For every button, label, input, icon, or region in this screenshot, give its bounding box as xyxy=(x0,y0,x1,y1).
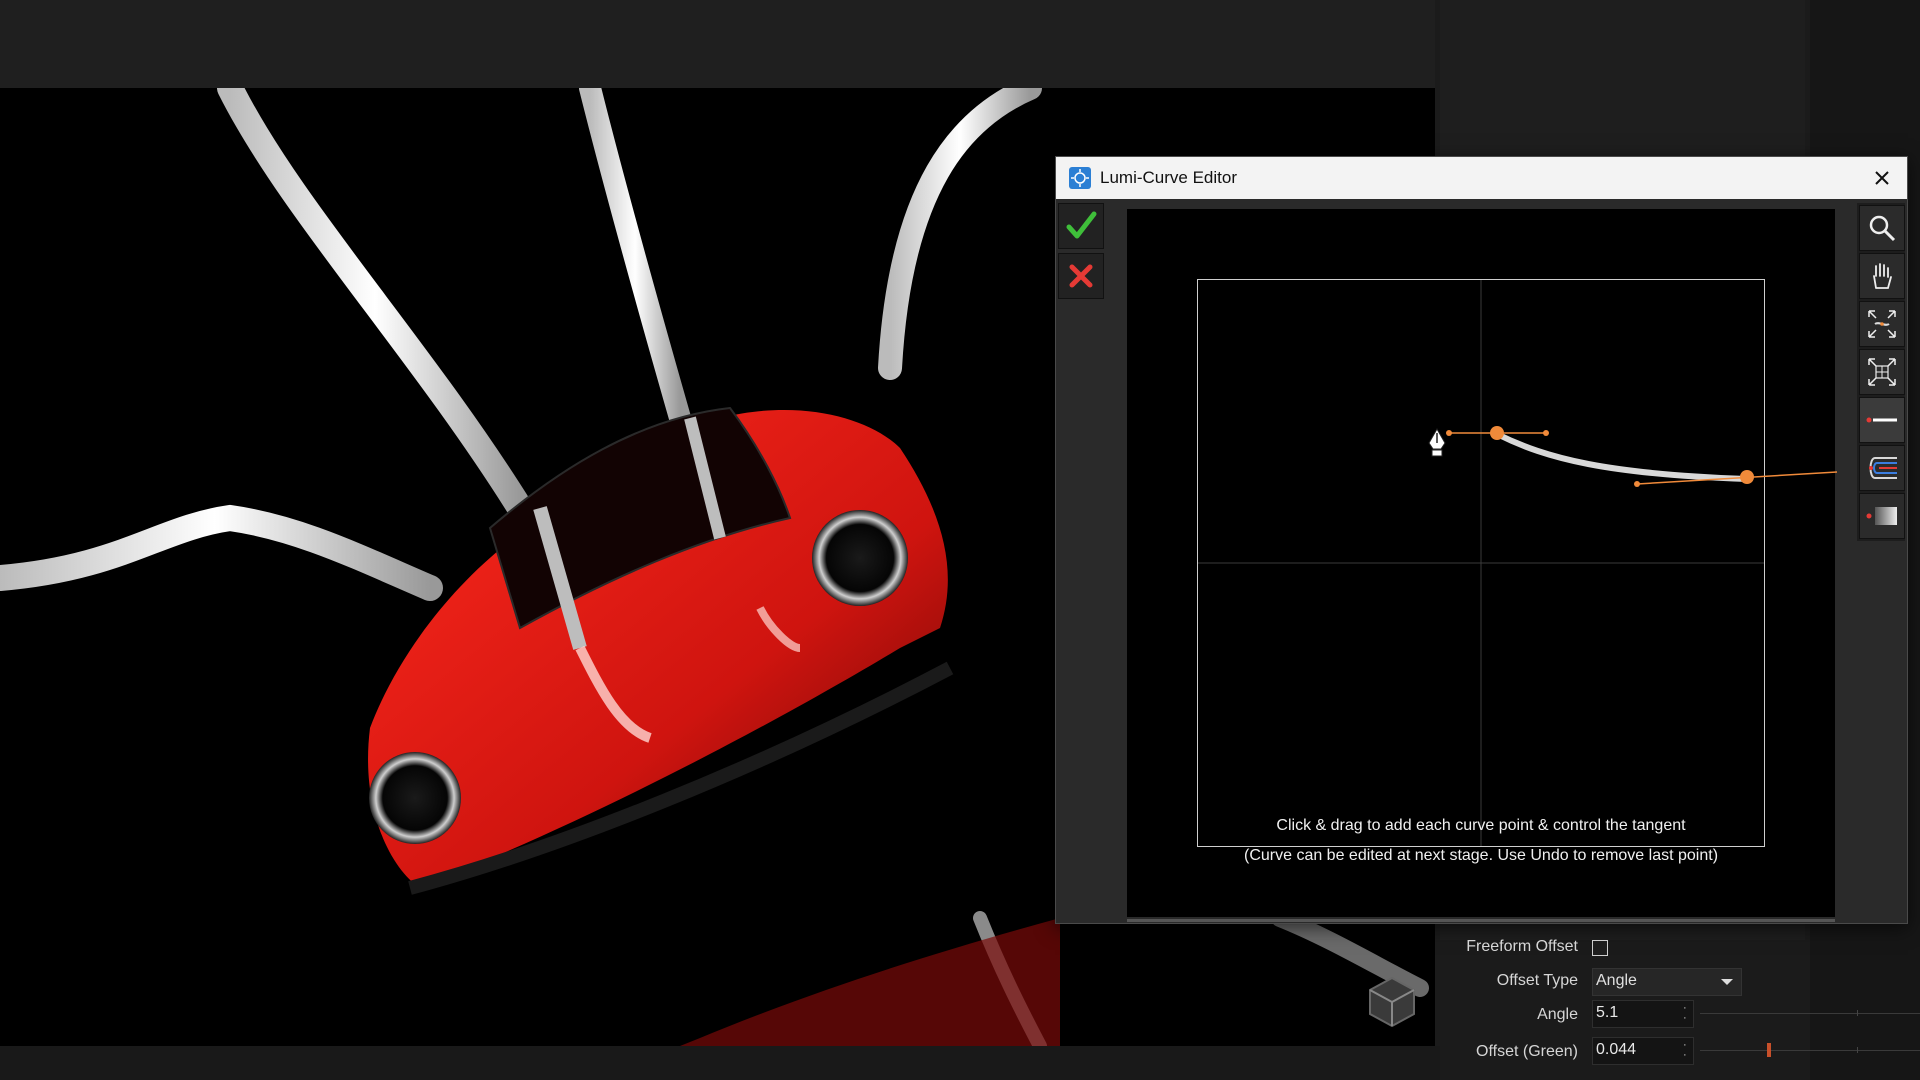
curve-overlay xyxy=(1428,426,1838,487)
hint-text-primary: Click & drag to add each curve point & c… xyxy=(1276,817,1686,834)
dialog-title: Lumi-Curve Editor xyxy=(1100,168,1237,187)
offset-green-slider[interactable] xyxy=(1700,1037,1920,1063)
spinner-icon[interactable]: · · xyxy=(1683,1040,1687,1061)
curve-point[interactable] xyxy=(1740,470,1754,484)
line-point-tool-button[interactable] xyxy=(1859,397,1905,443)
slider-thumb[interactable] xyxy=(1767,1043,1771,1057)
offset-green-label: Offset (Green) xyxy=(1476,1043,1578,1060)
slider-tick xyxy=(1857,1010,1858,1016)
close-icon xyxy=(1875,171,1889,185)
slider-tick xyxy=(1857,1047,1858,1053)
line-point-icon xyxy=(1866,417,1897,423)
curve-point[interactable] xyxy=(1490,426,1504,440)
fit-grid-button[interactable] xyxy=(1859,349,1905,395)
cancel-button[interactable] xyxy=(1058,253,1104,299)
dialog-scrollbar[interactable] xyxy=(1127,919,1835,922)
slider-track xyxy=(1700,1013,1920,1014)
color-curves-icon xyxy=(1869,457,1897,479)
chevron-down-icon xyxy=(1721,979,1733,985)
top-toolbar xyxy=(0,0,1435,88)
tangent-endpoint xyxy=(1543,430,1549,436)
accept-button[interactable] xyxy=(1058,203,1104,249)
close-button[interactable] xyxy=(1867,163,1897,193)
bottom-bar xyxy=(0,1046,1440,1080)
tangent-endpoint xyxy=(1634,481,1640,487)
app-icon xyxy=(1069,167,1091,189)
curve-canvas[interactable]: Click & drag to add each curve point & c… xyxy=(1127,209,1838,917)
side-toolbar xyxy=(1857,203,1905,541)
zoom-icon xyxy=(1869,215,1896,242)
hint-text-secondary: (Curve can be edited at next stage. Use … xyxy=(1243,847,1719,864)
curve-path xyxy=(1494,431,1750,482)
offset-green-value: 0.044 xyxy=(1596,1041,1637,1058)
lumi-curve-editor-dialog: Lumi-Curve Editor Click & drag to add ea… xyxy=(1055,156,1908,924)
hand-pan-icon xyxy=(1873,263,1892,289)
offset-green-input[interactable]: 0.044 · · xyxy=(1592,1037,1694,1065)
offset-type-select[interactable]: Angle xyxy=(1592,968,1742,996)
pen-cursor-icon xyxy=(1428,427,1446,457)
x-icon xyxy=(1069,264,1093,288)
spinner-icon[interactable]: · · xyxy=(1683,1003,1687,1024)
pan-tool-button[interactable] xyxy=(1859,253,1905,299)
fit-grid-icon xyxy=(1868,358,1896,386)
angle-input[interactable]: 5.1 · · xyxy=(1592,1000,1694,1028)
gradient-point-icon xyxy=(1866,507,1897,525)
checkmark-icon xyxy=(1066,211,1097,239)
fit-curve-icon xyxy=(1868,310,1896,338)
offset-type-label: Offset Type xyxy=(1496,972,1578,989)
dialog-titlebar[interactable]: Lumi-Curve Editor xyxy=(1056,157,1907,199)
tangent-endpoint xyxy=(1446,430,1452,436)
zoom-tool-button[interactable] xyxy=(1859,205,1905,251)
angle-value: 5.1 xyxy=(1596,1004,1619,1021)
freeform-offset-checkbox[interactable] xyxy=(1592,940,1608,956)
gradient-point-tool-button[interactable] xyxy=(1859,493,1905,539)
slider-track xyxy=(1700,1050,1920,1051)
offset-type-value: Angle xyxy=(1596,972,1637,989)
angle-label: Angle xyxy=(1537,1006,1578,1023)
color-curves-tool-button[interactable] xyxy=(1859,445,1905,491)
freeform-offset-label: Freeform Offset xyxy=(1466,938,1578,955)
fit-curve-button[interactable] xyxy=(1859,301,1905,347)
angle-slider[interactable] xyxy=(1700,1000,1920,1026)
